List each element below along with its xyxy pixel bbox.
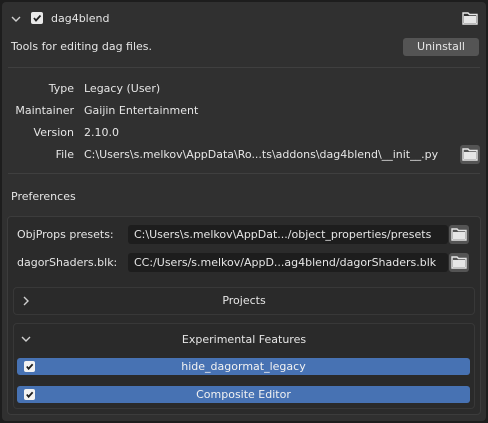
projects-label: Projects: [222, 294, 266, 307]
toggle-label: hide_dagormat_legacy: [181, 360, 306, 373]
divider: [8, 67, 480, 68]
checkbox-icon: [24, 389, 35, 400]
chevron-down-icon[interactable]: [11, 14, 21, 24]
shaders-path-input[interactable]: CC:/Users/s.melkov/AppD...ag4blend/dagor…: [128, 253, 448, 272]
experimental-label: Experimental Features: [181, 333, 307, 346]
maintainer-label: Maintainer: [15, 104, 74, 117]
type-label: Type: [48, 82, 74, 95]
open-file-folder-button[interactable]: [460, 145, 480, 164]
addon-description: Tools for editing dag files.: [11, 40, 153, 53]
objprops-label: ObjProps presets:: [17, 228, 114, 241]
divider: [8, 173, 480, 174]
shaders-label: dagorShaders.blk:: [17, 256, 118, 269]
objprops-browse-button[interactable]: [449, 225, 469, 244]
file-path: C:\Users\s.melkov\AppData\Ro...ts\addons…: [84, 148, 439, 161]
type-value: Legacy (User): [84, 82, 161, 95]
shaders-browse-button[interactable]: [449, 253, 469, 272]
checkbox-icon: [24, 361, 35, 372]
file-label: File: [55, 148, 74, 161]
version-value: 2.10.0: [84, 126, 119, 139]
preferences-title: Preferences: [11, 190, 76, 203]
composite-editor-toggle[interactable]: Composite Editor: [17, 386, 470, 403]
projects-subpanel[interactable]: Projects: [13, 287, 475, 315]
folder-icon: [451, 228, 467, 241]
hide-dagormat-legacy-toggle[interactable]: hide_dagormat_legacy: [17, 358, 470, 375]
maintainer-value: Gaijin Entertainment: [84, 104, 199, 117]
addon-enabled-checkbox[interactable]: [31, 12, 43, 24]
folder-icon: [451, 256, 467, 269]
folder-icon[interactable]: [462, 11, 478, 28]
toggle-label: Composite Editor: [196, 388, 291, 401]
folder-icon: [462, 148, 478, 161]
version-label: Version: [33, 126, 74, 139]
uninstall-button[interactable]: Uninstall: [403, 38, 479, 56]
objprops-path-input[interactable]: C:\Users\s.melkov\AppDat.../object_prope…: [128, 225, 448, 244]
addon-name: dag4blend: [51, 12, 110, 25]
